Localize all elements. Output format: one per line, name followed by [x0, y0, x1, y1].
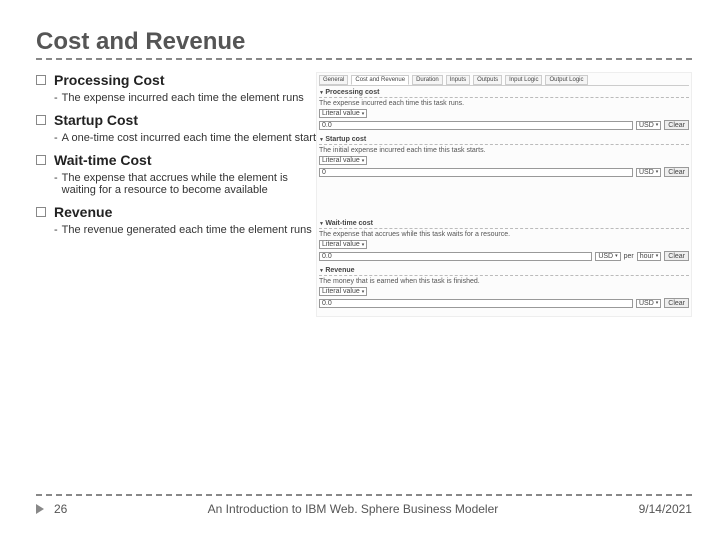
per-label: per [624, 253, 634, 260]
clear-button[interactable]: Clear [664, 298, 689, 308]
triangle-icon [36, 504, 44, 514]
section-desc: A one-time cost incurred each time the e… [62, 132, 316, 144]
section-desc: The expense incurred each time the eleme… [62, 92, 304, 104]
footer-title: An Introduction to IBM Web. Sphere Busin… [208, 502, 499, 516]
tab-inputs[interactable]: Inputs [446, 75, 470, 85]
tab-output-logic[interactable]: Output Logic [545, 75, 587, 85]
amount-input[interactable]: 0 [319, 168, 633, 177]
slide-title: Cost and Revenue [36, 28, 692, 60]
section-heading: Startup Cost [54, 112, 138, 128]
dash-icon: - [54, 224, 58, 236]
group-processing-cost[interactable]: Processing cost [319, 89, 689, 98]
group-revenue[interactable]: Revenue [319, 267, 689, 276]
currency-dropdown[interactable]: USD [595, 252, 620, 261]
amount-input[interactable]: 0.0 [319, 299, 633, 308]
section-heading: Revenue [54, 204, 112, 220]
group-note: The expense that accrues while this task… [319, 231, 689, 238]
page-number: 26 [54, 502, 67, 516]
amount-input[interactable]: 0.0 [319, 252, 592, 261]
checkbox-icon [36, 115, 46, 125]
value-type-dropdown[interactable]: Literal value [319, 240, 367, 249]
clear-button[interactable]: Clear [664, 251, 689, 261]
group-note: The initial expense incurred each time t… [319, 147, 689, 154]
section-desc: The revenue generated each time the elem… [62, 224, 312, 236]
clear-button[interactable]: Clear [664, 120, 689, 130]
currency-dropdown[interactable]: USD [636, 121, 661, 130]
group-startup-cost[interactable]: Startup cost [319, 136, 689, 145]
timeunit-dropdown[interactable]: hour [637, 252, 662, 261]
value-type-dropdown[interactable]: Literal value [319, 109, 367, 118]
footer: 26 An Introduction to IBM Web. Sphere Bu… [36, 494, 692, 516]
group-note: The money that is earned when this task … [319, 278, 689, 285]
checkbox-icon [36, 75, 46, 85]
tab-input-logic[interactable]: Input Logic [505, 75, 542, 85]
footer-date: 9/14/2021 [639, 502, 692, 516]
dash-icon: - [54, 132, 58, 144]
amount-input[interactable]: 0.0 [319, 121, 633, 130]
group-wait-time-cost[interactable]: Wait-time cost [319, 220, 689, 229]
value-type-dropdown[interactable]: Literal value [319, 156, 367, 165]
clear-button[interactable]: Clear [664, 167, 689, 177]
properties-panel: General Cost and Revenue Duration Inputs… [316, 72, 692, 317]
tab-outputs[interactable]: Outputs [473, 75, 502, 85]
value-type-dropdown[interactable]: Literal value [319, 287, 367, 296]
group-note: The expense incurred each time this task… [319, 100, 689, 107]
dash-icon: - [54, 172, 58, 196]
tab-general[interactable]: General [319, 75, 348, 85]
checkbox-icon [36, 207, 46, 217]
section-desc: The expense that accrues while the eleme… [62, 172, 316, 196]
bullet-list: Processing Cost -The expense incurred ea… [36, 72, 316, 317]
dash-icon: - [54, 92, 58, 104]
tab-bar: General Cost and Revenue Duration Inputs… [319, 75, 689, 86]
section-heading: Processing Cost [54, 72, 164, 88]
checkbox-icon [36, 155, 46, 165]
tab-cost-revenue[interactable]: Cost and Revenue [351, 75, 409, 85]
currency-dropdown[interactable]: USD [636, 168, 661, 177]
section-heading: Wait-time Cost [54, 152, 151, 168]
tab-duration[interactable]: Duration [412, 75, 443, 85]
currency-dropdown[interactable]: USD [636, 299, 661, 308]
